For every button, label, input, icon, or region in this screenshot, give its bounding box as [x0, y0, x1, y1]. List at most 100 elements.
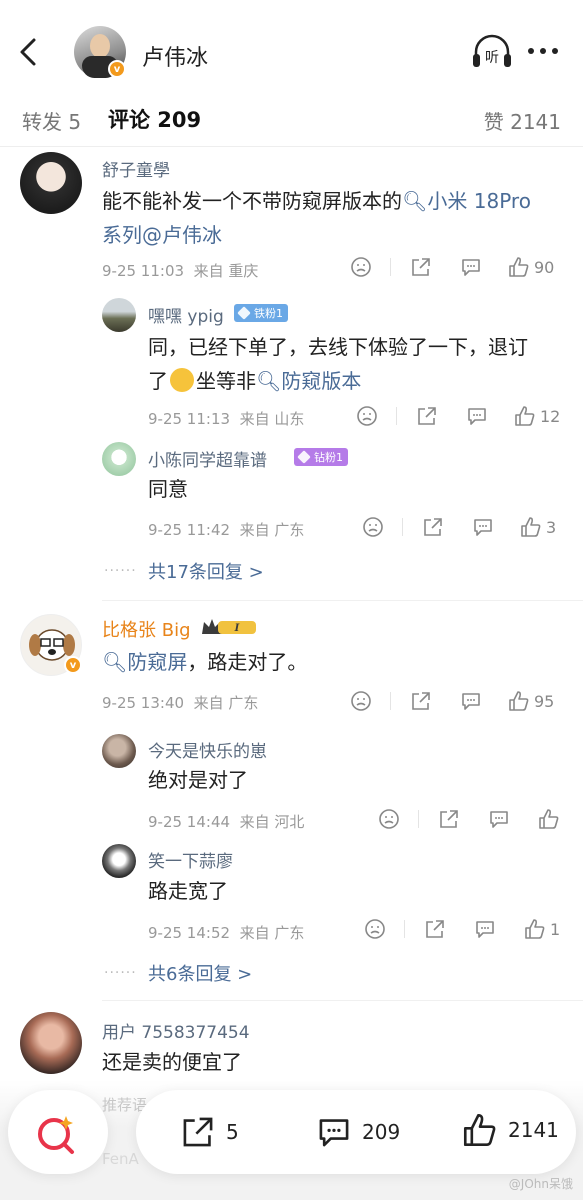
topic-link[interactable]: 🔍︎小米 18Pro	[402, 189, 531, 213]
dislike-face-icon	[379, 809, 399, 829]
reply-avatar[interactable]	[102, 298, 136, 332]
commenter-avatar[interactable]	[20, 152, 82, 214]
dislike-face-icon	[351, 257, 371, 277]
topic-link[interactable]: 🔍︎防窥屏	[102, 650, 187, 674]
share-icon	[183, 1117, 213, 1147]
comment-icon	[462, 693, 480, 710]
like-button[interactable]: 1	[524, 918, 560, 940]
commenter-name[interactable]: 比格张 Big	[102, 616, 191, 642]
reply-name[interactable]: 今天是快乐的崽	[148, 737, 267, 762]
thumbs-up-icon	[525, 919, 545, 939]
dislike-button[interactable]	[364, 918, 386, 940]
reply-text: 绝对是对了	[148, 768, 248, 792]
top-nav-bar: v 卢伟冰 听	[0, 0, 583, 92]
tab-repost[interactable]: 转发 5	[22, 106, 81, 135]
bottom-action-bar: 5 209 2141	[136, 1090, 576, 1174]
commenter-name[interactable]: 用户 7558377454	[102, 1018, 250, 1043]
back-button[interactable]	[14, 32, 42, 72]
dislike-face-icon	[363, 517, 383, 537]
commenter-name[interactable]: 舒子童學	[102, 156, 170, 181]
listen-button[interactable]: 听	[470, 34, 514, 70]
fan-badge: 铁粉1	[234, 304, 288, 322]
comment-icon	[474, 519, 492, 536]
verified-badge-icon: v	[64, 656, 82, 674]
reply-button[interactable]	[488, 808, 510, 830]
tab-likes[interactable]: 赞 2141	[484, 106, 561, 135]
view-more-replies-link[interactable]: 共6条回复 >	[148, 960, 252, 986]
reply-name[interactable]: 小陈同学超靠谱	[148, 446, 267, 471]
tab-comments[interactable]: 评论 209	[108, 104, 201, 134]
reply-button[interactable]	[472, 516, 494, 538]
like-button[interactable]	[538, 808, 560, 830]
comment-icon	[468, 408, 486, 425]
dislike-button[interactable]	[350, 690, 372, 712]
reply-button[interactable]	[460, 256, 482, 278]
comment-icon	[462, 259, 480, 276]
mention-link[interactable]: @卢伟冰	[142, 223, 222, 247]
dislike-button[interactable]	[356, 405, 378, 427]
more-options-button[interactable]	[528, 48, 558, 54]
action-separator	[390, 258, 391, 276]
topic-link-cont[interactable]: 系列	[102, 223, 142, 247]
view-more-replies-link[interactable]: 共17条回复 >	[148, 558, 264, 584]
share-icon	[440, 810, 458, 828]
author-avatar[interactable]: v	[74, 26, 126, 78]
reply-avatar[interactable]	[102, 734, 136, 768]
thumbs-up-icon	[539, 809, 559, 829]
reply-avatar[interactable]	[102, 442, 136, 476]
comment-meta: 9-25 11:03 来自 重庆	[102, 262, 259, 280]
share-icon	[412, 692, 430, 710]
search-icon: 🔍︎	[402, 189, 428, 213]
commenter-avatar[interactable]	[20, 1012, 82, 1074]
thumbs-up-icon	[509, 691, 529, 711]
bottom-like-button[interactable]: 2141	[462, 1112, 559, 1148]
headphones-icon: 听	[473, 34, 511, 67]
reply-text: 路走宽了	[148, 879, 228, 903]
share-button[interactable]	[422, 516, 444, 538]
topic-link[interactable]: 🔍︎防窥版本	[256, 369, 361, 393]
comment-icon	[319, 1119, 349, 1147]
like-button[interactable]: 90	[508, 256, 554, 278]
comment-divider	[102, 1000, 583, 1001]
share-button[interactable]	[438, 808, 460, 830]
reply-avatar[interactable]	[102, 844, 136, 878]
comment-icon	[490, 811, 508, 828]
dislike-button[interactable]	[350, 256, 372, 278]
tab-bar: 转发 5 评论 209 赞 2141	[0, 96, 583, 147]
reply-name[interactable]: 笑一下蒜廖	[148, 847, 233, 872]
like-button[interactable]: 95	[508, 690, 554, 712]
reply-button[interactable]	[466, 405, 488, 427]
share-button[interactable]	[410, 256, 432, 278]
author-name[interactable]: 卢伟冰	[142, 40, 208, 72]
repost-count: 5	[226, 1120, 239, 1144]
reply-button[interactable]	[460, 690, 482, 712]
share-icon	[424, 518, 442, 536]
reply-name[interactable]: 嘿嘿 ypig	[148, 302, 224, 327]
bottom-comment-button[interactable]: 209	[316, 1114, 400, 1150]
svg-text:I: I	[234, 623, 240, 634]
like-button[interactable]: 12	[514, 405, 560, 427]
thumbs-up-icon	[463, 1113, 496, 1147]
like-count: 95	[534, 691, 555, 711]
dislike-button[interactable]	[362, 516, 384, 538]
share-button[interactable]	[424, 918, 446, 940]
action-separator	[404, 920, 405, 938]
comment-text: 能不能补发一个不带防窥屏版本的🔍︎小米 18Pro 系列@卢伟冰	[102, 189, 531, 247]
bottom-repost-button[interactable]: 5	[180, 1114, 239, 1150]
dislike-button[interactable]	[378, 808, 400, 830]
share-icon	[418, 407, 436, 425]
like-button[interactable]: 3	[520, 516, 556, 538]
like-count: 3	[546, 517, 557, 537]
ai-search-button[interactable]	[8, 1090, 108, 1174]
comment-icon	[476, 921, 494, 938]
thumbs-up-icon	[509, 257, 529, 277]
share-button[interactable]	[416, 405, 438, 427]
dislike-face-icon	[357, 406, 377, 426]
comment-text: 还是卖的便宜了	[102, 1050, 242, 1074]
reply-thread-dots: ······	[104, 965, 137, 981]
share-button[interactable]	[410, 690, 432, 712]
reply-text: 同，已经下单了，去线下体验了一下，退订 了坐等非🔍︎防窥版本	[148, 335, 528, 393]
svg-text:听: 听	[485, 50, 499, 66]
crying-emoji-icon	[170, 368, 194, 392]
reply-button[interactable]	[474, 918, 496, 940]
